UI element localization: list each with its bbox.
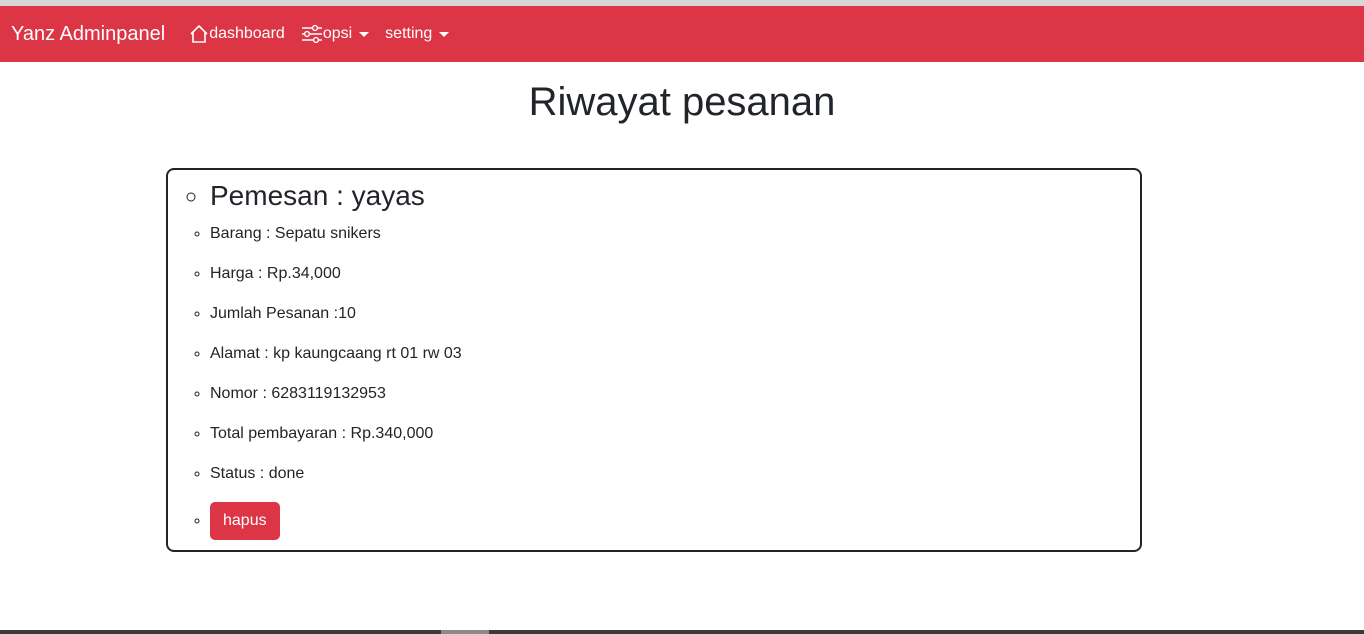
nav-setting-label: setting [385,25,433,42]
navbar: Yanz Adminpanel dashboard opsi setting [0,6,1364,62]
order-price: Harga : Rp.34,000 [210,265,341,283]
order-phone: Nomor : 6283119132953 [210,385,386,403]
nav-opsi-dropdown[interactable]: opsi [301,24,370,44]
order-customer: Pemesan : yayas [210,180,425,212]
horizontal-scrollbar[interactable] [0,630,1364,634]
nav-setting-dropdown[interactable]: setting [385,25,450,43]
order-quantity: Jumlah Pesanan :10 [210,305,356,323]
order-status: Status : done [210,465,304,483]
house-icon [189,24,209,44]
scrollbar-thumb[interactable] [441,630,489,634]
nav-dashboard[interactable]: dashboard [189,24,285,44]
page-title: Riwayat pesanan [528,80,836,124]
caret-down-icon [359,31,370,37]
order-item: Barang : Sepatu snikers [210,225,381,243]
order-actions: hapus [210,502,280,540]
sliders-icon [301,24,323,44]
nav-opsi-label: opsi [322,25,353,42]
caret-down-icon [439,31,450,37]
nav-dashboard-label: dashboard [209,25,285,42]
order-address: Alamat : kp kaungcaang rt 01 rw 03 [210,345,462,363]
navbar-brand[interactable]: Yanz Adminpanel [11,23,165,46]
order-card: Pemesan : yayas Barang : Sepatu snikers … [166,168,1142,552]
delete-button[interactable]: hapus [210,502,280,540]
order-total: Total pembayaran : Rp.340,000 [210,425,433,443]
